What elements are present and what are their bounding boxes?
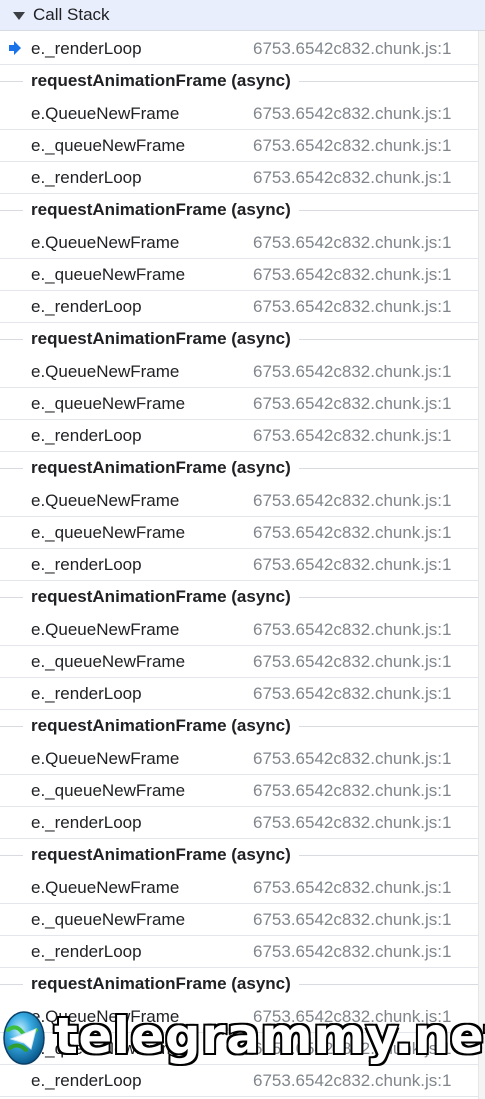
async-separator: requestAnimationFrame (async) — [0, 194, 479, 226]
frame-location-link[interactable]: 6753.6542c832.chunk.js:1 — [253, 362, 452, 382]
frame-function-name: e._renderLoop — [31, 297, 142, 316]
frame-location-link[interactable]: 6753.6542c832.chunk.js:1 — [253, 394, 452, 414]
call-frame-row[interactable]: e.QueueNewFrame 6753.6542c832.chunk.js:1 — [0, 356, 479, 388]
frame-function-name: e._renderLoop — [31, 39, 142, 58]
frame-location-link[interactable]: 6753.6542c832.chunk.js:1 — [253, 136, 452, 156]
frame-location-link[interactable]: 6753.6542c832.chunk.js:1 — [253, 781, 452, 801]
frame-function-name: e._queueNewFrame — [31, 393, 186, 413]
frame-location-link[interactable]: 6753.6542c832.chunk.js:1 — [253, 555, 452, 575]
frame-function-name: e.QueueNewFrame — [31, 748, 180, 768]
frame-function-name: e._queueNewFrame — [31, 264, 186, 284]
frame-location-link[interactable]: 6753.6542c832.chunk.js:1 — [253, 878, 452, 898]
async-label: requestAnimationFrame (async) — [23, 71, 299, 92]
frame-location-link[interactable]: 6753.6542c832.chunk.js:1 — [253, 233, 452, 253]
async-separator: requestAnimationFrame (async) — [0, 710, 479, 742]
call-frame-row[interactable]: e._renderLoop 6753.6542c832.chunk.js:1 — [0, 162, 479, 195]
frame-function-name: e.QueueNewFrame — [31, 232, 180, 252]
frame-function-name: e._queueNewFrame — [31, 651, 186, 671]
call-frame-row[interactable]: e._queueNewFrame 6753.6542c832.chunk.js:1 — [0, 517, 479, 549]
call-frame-row[interactable]: e._renderLoop 6753.6542c832.chunk.js:1 — [0, 420, 479, 453]
call-frame-row[interactable]: e.QueueNewFrame 6753.6542c832.chunk.js:1 — [0, 1001, 479, 1033]
frame-location-link[interactable]: 6753.6542c832.chunk.js:1 — [253, 104, 452, 124]
frame-function-name: e.QueueNewFrame — [31, 361, 180, 381]
async-separator: requestAnimationFrame (async) — [0, 581, 479, 613]
call-frame-row[interactable]: e.QueueNewFrame 6753.6542c832.chunk.js:1 — [0, 485, 479, 517]
async-separator: requestAnimationFrame (async) — [0, 968, 479, 1000]
async-label: requestAnimationFrame (async) — [23, 716, 299, 737]
call-frame-row[interactable]: e.QueueNewFrame 6753.6542c832.chunk.js:1 — [0, 614, 479, 646]
frame-function-name: e._renderLoop — [31, 168, 142, 187]
frame-location-link[interactable]: 6753.6542c832.chunk.js:1 — [253, 620, 452, 640]
frame-location-link[interactable]: 6753.6542c832.chunk.js:1 — [253, 684, 452, 704]
frame-function-name: e.QueueNewFrame — [31, 877, 180, 897]
frame-function-name: e._renderLoop — [31, 555, 142, 574]
call-frame-row[interactable]: e._renderLoop 6753.6542c832.chunk.js:1 — [0, 1065, 479, 1098]
frame-function-name: e._renderLoop — [31, 942, 142, 961]
collapse-triangle-icon[interactable] — [13, 11, 25, 20]
call-frame-row[interactable]: e._renderLoop 6753.6542c832.chunk.js:1 — [0, 678, 479, 711]
frame-location-link[interactable]: 6753.6542c832.chunk.js:1 — [253, 426, 452, 446]
frame-function-name: e.QueueNewFrame — [31, 1006, 180, 1026]
call-frame-row[interactable]: e._queueNewFrame 6753.6542c832.chunk.js:1 — [0, 1033, 479, 1065]
call-frame-row[interactable]: e._queueNewFrame 6753.6542c832.chunk.js:1 — [0, 130, 479, 162]
call-frame-row[interactable]: e._renderLoop 6753.6542c832.chunk.js:1 — [0, 33, 479, 66]
frame-location-link[interactable]: 6753.6542c832.chunk.js:1 — [253, 265, 452, 285]
frame-location-link[interactable]: 6753.6542c832.chunk.js:1 — [253, 1039, 452, 1059]
frame-function-name: e.QueueNewFrame — [31, 490, 180, 510]
frame-location-link[interactable]: 6753.6542c832.chunk.js:1 — [253, 523, 452, 543]
frame-location-link[interactable]: 6753.6542c832.chunk.js:1 — [253, 297, 452, 317]
frame-location-link[interactable]: 6753.6542c832.chunk.js:1 — [253, 1071, 452, 1091]
call-frame-row[interactable]: e._queueNewFrame 6753.6542c832.chunk.js:1 — [0, 388, 479, 420]
frame-function-name: e.QueueNewFrame — [31, 103, 180, 123]
frame-location-link[interactable]: 6753.6542c832.chunk.js:1 — [253, 168, 452, 188]
call-stack-panel: Call Stack e._renderLoop 6753.6542c832.ch… — [0, 0, 485, 1099]
frame-function-name: e._renderLoop — [31, 426, 142, 445]
frame-location-link[interactable]: 6753.6542c832.chunk.js:1 — [253, 942, 452, 962]
call-frame-row[interactable]: e.QueueNewFrame 6753.6542c832.chunk.js:1 — [0, 98, 479, 130]
call-frame-row[interactable]: e._renderLoop 6753.6542c832.chunk.js:1 — [0, 807, 479, 840]
frame-location-link[interactable]: 6753.6542c832.chunk.js:1 — [253, 813, 452, 833]
frame-function-name: e._renderLoop — [31, 813, 142, 832]
async-separator: requestAnimationFrame (async) — [0, 65, 479, 97]
call-stack-frames: e._renderLoop 6753.6542c832.chunk.js:1 req… — [0, 33, 479, 1098]
frame-function-name: e._queueNewFrame — [31, 1038, 186, 1058]
current-frame-arrow-icon — [9, 41, 21, 55]
frame-location-link[interactable]: 6753.6542c832.chunk.js:1 — [253, 1007, 452, 1027]
frame-location-link[interactable]: 6753.6542c832.chunk.js:1 — [253, 749, 452, 769]
async-label: requestAnimationFrame (async) — [23, 974, 299, 995]
call-frame-row[interactable]: e._renderLoop 6753.6542c832.chunk.js:1 — [0, 291, 479, 324]
async-label: requestAnimationFrame (async) — [23, 845, 299, 866]
call-frame-row[interactable]: e.QueueNewFrame 6753.6542c832.chunk.js:1 — [0, 743, 479, 775]
frame-function-name: e._queueNewFrame — [31, 522, 186, 542]
async-separator: requestAnimationFrame (async) — [0, 839, 479, 871]
frame-function-name: e._renderLoop — [31, 684, 142, 703]
async-separator: requestAnimationFrame (async) — [0, 323, 479, 355]
call-stack-header[interactable]: Call Stack — [0, 0, 485, 31]
async-label: requestAnimationFrame (async) — [23, 587, 299, 608]
call-frame-row[interactable]: e._queueNewFrame 6753.6542c832.chunk.js:1 — [0, 775, 479, 807]
frame-location-link[interactable]: 6753.6542c832.chunk.js:1 — [253, 39, 452, 59]
async-label: requestAnimationFrame (async) — [23, 458, 299, 479]
scrollbar[interactable] — [478, 31, 485, 1099]
call-frame-row[interactable]: e.QueueNewFrame 6753.6542c832.chunk.js:1 — [0, 872, 479, 904]
async-label: requestAnimationFrame (async) — [23, 329, 299, 350]
call-frame-row[interactable]: e.QueueNewFrame 6753.6542c832.chunk.js:1 — [0, 227, 479, 259]
frame-function-name: e._renderLoop — [31, 1071, 142, 1090]
frame-function-name: e._queueNewFrame — [31, 909, 186, 929]
call-frame-row[interactable]: e._queueNewFrame 6753.6542c832.chunk.js:1 — [0, 904, 479, 936]
frame-function-name: e._queueNewFrame — [31, 135, 186, 155]
frame-function-name: e.QueueNewFrame — [31, 619, 180, 639]
call-frame-row[interactable]: e._renderLoop 6753.6542c832.chunk.js:1 — [0, 549, 479, 582]
frame-function-name: e._queueNewFrame — [31, 780, 186, 800]
call-frame-row[interactable]: e._queueNewFrame 6753.6542c832.chunk.js:1 — [0, 259, 479, 291]
async-separator: requestAnimationFrame (async) — [0, 452, 479, 484]
call-stack-title: Call Stack — [33, 5, 110, 24]
frame-location-link[interactable]: 6753.6542c832.chunk.js:1 — [253, 652, 452, 672]
async-label: requestAnimationFrame (async) — [23, 200, 299, 221]
frame-location-link[interactable]: 6753.6542c832.chunk.js:1 — [253, 491, 452, 511]
call-frame-row[interactable]: e._queueNewFrame 6753.6542c832.chunk.js:1 — [0, 646, 479, 678]
frame-location-link[interactable]: 6753.6542c832.chunk.js:1 — [253, 910, 452, 930]
call-frame-row[interactable]: e._renderLoop 6753.6542c832.chunk.js:1 — [0, 936, 479, 969]
